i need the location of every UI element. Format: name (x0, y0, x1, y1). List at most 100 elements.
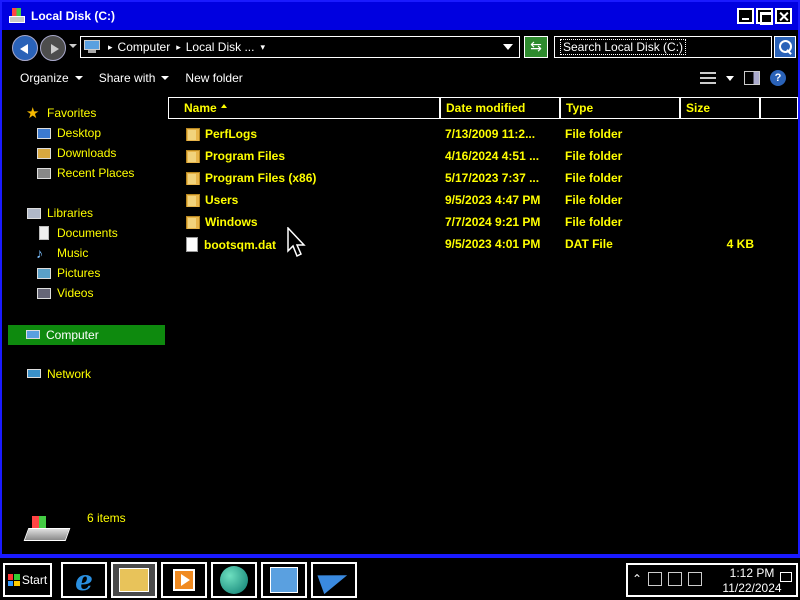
breadcrumb-separator[interactable]: ▾ (260, 42, 265, 53)
file-name: Users (205, 193, 239, 207)
show-hidden-icons-icon[interactable]: ⌃ (632, 572, 642, 586)
computer-icon (84, 40, 100, 54)
control-panel-icon (270, 567, 298, 593)
breadcrumb-local-disk[interactable]: Local Disk ... (186, 40, 255, 54)
sort-ascending-icon (220, 104, 227, 108)
show-desktop-button[interactable] (780, 572, 792, 582)
globe-app-button[interactable] (211, 562, 257, 598)
column-date-label: Date modified (446, 101, 526, 115)
breadcrumb-separator[interactable]: ▸ (108, 42, 113, 53)
window-title: Local Disk (C:) (31, 9, 116, 23)
new-folder-button[interactable]: New folder (177, 71, 250, 85)
file-date: 9/5/2023 4:01 PM (445, 237, 541, 251)
file-name: PerfLogs (205, 127, 258, 141)
address-row: ▸ Computer ▸ Local Disk ... ▾ ⇆ Search L… (2, 30, 798, 64)
breadcrumb-computer[interactable]: Computer (118, 40, 171, 54)
clock[interactable]: 1:12 PM 11/22/2024 (722, 566, 782, 596)
nav-documents[interactable]: Documents (36, 224, 118, 242)
column-header-empty[interactable] (760, 97, 798, 119)
organize-label: Organize (20, 71, 69, 85)
file-date: 7/13/2009 11:2... (445, 127, 536, 141)
file-name: Program Files (205, 149, 286, 163)
breadcrumb-separator[interactable]: ▸ (176, 42, 181, 53)
nav-libraries-label: Libraries (47, 206, 94, 220)
address-history-dropdown[interactable] (503, 44, 513, 50)
column-header-type[interactable]: Type (560, 97, 680, 119)
file-type: File folder (565, 215, 623, 229)
back-button[interactable] (12, 35, 38, 61)
nav-videos[interactable]: Videos (36, 284, 93, 302)
column-header-name[interactable]: Name (168, 97, 440, 119)
nav-downloads-label: Downloads (57, 146, 117, 160)
close-button[interactable] (775, 8, 792, 24)
column-name-label: Name (184, 101, 217, 115)
title-bar[interactable]: Local Disk (C:) (2, 2, 798, 30)
folder-icon (186, 127, 200, 141)
media-player-button[interactable] (161, 562, 207, 598)
clock-time: 1:12 PM (729, 566, 775, 580)
nav-favorites[interactable]: ★ Favorites (26, 104, 96, 122)
network-icon (26, 367, 42, 382)
help-icon[interactable]: ? (770, 70, 786, 86)
navigation-pane: ★ Favorites Desktop Downloads Recent Pla… (2, 94, 166, 504)
chevron-down-icon (161, 76, 170, 80)
views-dropdown-icon[interactable] (726, 75, 734, 81)
nav-videos-label: Videos (57, 286, 94, 300)
mouse-cursor-icon (287, 227, 306, 258)
media-player-icon (173, 569, 195, 591)
file-type: File folder (565, 127, 623, 141)
network-tray-icon[interactable] (648, 572, 663, 586)
nav-libraries[interactable]: Libraries (26, 204, 93, 222)
file-row[interactable]: bootsqm.dat 9/5/2023 4:01 PM DAT File 4 … (168, 234, 798, 256)
organize-button[interactable]: Organize (12, 71, 91, 85)
taskbar: Start e ⌃ 1:12 PM 11/22/2024 (0, 556, 800, 600)
column-header-date-modified[interactable]: Date modified (440, 97, 560, 119)
preview-pane-icon[interactable] (744, 71, 760, 85)
nav-pictures[interactable]: Pictures (36, 264, 100, 282)
nav-network[interactable]: Network (26, 365, 91, 383)
views-icon[interactable] (700, 71, 716, 85)
computer-icon (25, 328, 41, 343)
nav-desktop[interactable]: Desktop (36, 124, 101, 142)
nav-computer[interactable]: Computer (8, 325, 165, 345)
file-row[interactable]: PerfLogs 7/13/2009 11:2... File folder (168, 124, 798, 146)
nav-pictures-label: Pictures (57, 266, 101, 280)
file-type: DAT File (565, 237, 613, 251)
volume-muted-icon[interactable] (668, 572, 683, 586)
recent-pages-dropdown[interactable] (69, 44, 77, 48)
file-list: Name Date modified Type Size PerfLogs 7/… (168, 94, 798, 494)
search-icon[interactable] (774, 36, 796, 58)
share-with-button[interactable]: Share with (91, 71, 178, 85)
file-row[interactable]: Program Files 4/16/2024 4:51 ... File fo… (168, 146, 798, 168)
videos-icon (36, 286, 52, 301)
star-icon: ★ (26, 104, 40, 122)
column-size-label: Size (686, 101, 711, 115)
file-row[interactable]: Program Files (x86) 5/17/2023 7:37 ... F… (168, 168, 798, 190)
downloads-icon (36, 146, 52, 161)
nav-music[interactable]: ♪ Music (36, 244, 88, 262)
address-bar[interactable]: ▸ Computer ▸ Local Disk ... ▾ (80, 36, 520, 58)
file-date: 7/7/2024 9:21 PM (445, 215, 541, 229)
command-bar: Organize Share with New folder ? (2, 64, 798, 92)
file-row[interactable]: Users 9/5/2023 4:47 PM File folder (168, 190, 798, 212)
file-type: File folder (565, 193, 623, 207)
start-button[interactable]: Start (3, 563, 52, 597)
nav-recent-places[interactable]: Recent Places (36, 164, 134, 182)
maximize-button[interactable] (756, 8, 773, 25)
plane-app-button[interactable] (311, 562, 357, 598)
control-panel-button[interactable] (261, 562, 307, 598)
nav-downloads[interactable]: Downloads (36, 144, 116, 162)
action-center-flag-icon[interactable] (688, 572, 703, 586)
minimize-button[interactable] (737, 8, 754, 24)
forward-button[interactable] (40, 35, 66, 61)
new-folder-label: New folder (185, 71, 243, 85)
drive-icon (23, 516, 71, 542)
file-explorer-button[interactable] (111, 562, 157, 598)
file-row[interactable]: Windows 7/7/2024 9:21 PM File folder (168, 212, 798, 234)
file-icon (186, 237, 198, 252)
internet-explorer-button[interactable]: e (61, 562, 107, 598)
search-input[interactable]: Search Local Disk (C:) (554, 36, 772, 58)
column-header-size[interactable]: Size (680, 97, 760, 119)
file-explorer-icon (119, 568, 149, 592)
refresh-button[interactable]: ⇆ (524, 36, 548, 58)
